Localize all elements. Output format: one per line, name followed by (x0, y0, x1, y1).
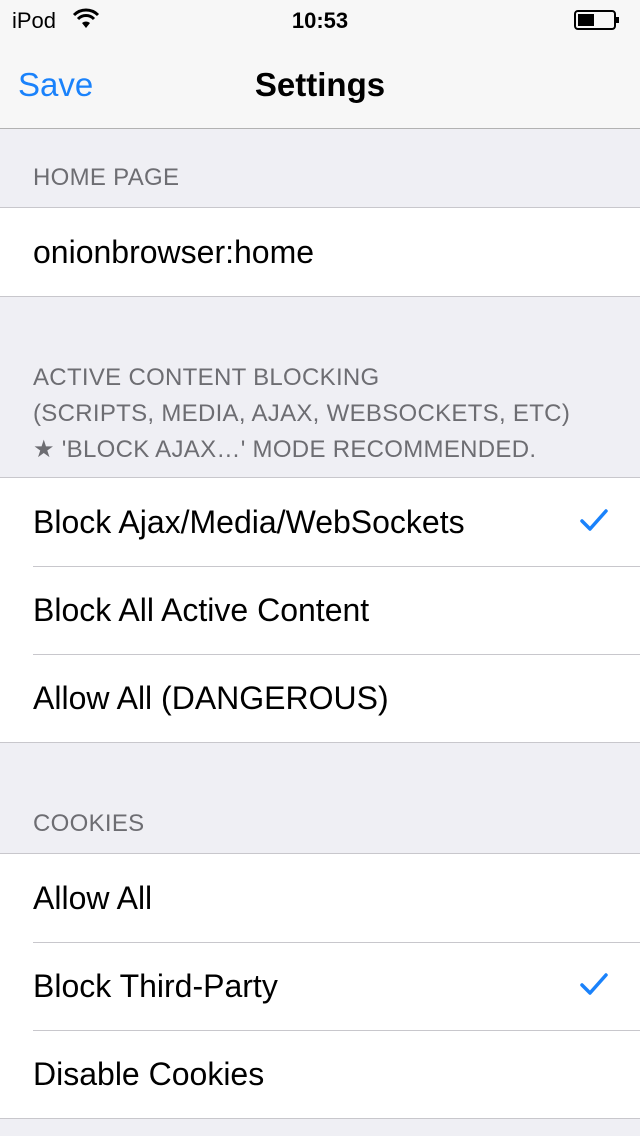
active-content-group: Block Ajax/Media/WebSockets Block All Ac… (0, 477, 640, 743)
section-header-cookies: COOKIES (33, 810, 145, 837)
option-allow-all-dangerous[interactable]: Allow All (DANGEROUS) (0, 654, 640, 742)
checkmark-icon (580, 509, 608, 531)
option-label: Disable Cookies (33, 1056, 265, 1092)
section-header-line: ACTIVE CONTENT BLOCKING (33, 364, 380, 391)
option-label: Allow All (33, 880, 153, 916)
section-header-line: (SCRIPTS, MEDIA, AJAX, WEBSOCKETS, ETC) (33, 400, 571, 427)
option-label: Block Ajax/Media/WebSockets (33, 504, 465, 540)
home-page-field[interactable]: onionbrowser:home (0, 208, 640, 296)
section-header-home-page: HOME PAGE (33, 164, 180, 191)
battery-icon (574, 10, 619, 30)
home-page-value: onionbrowser:home (33, 234, 315, 270)
cookies-group: Allow All Block Third-Party Disable Cook… (0, 853, 640, 1119)
option-block-ajax[interactable]: Block Ajax/Media/WebSockets (0, 478, 640, 566)
option-label: Allow All (DANGEROUS) (33, 680, 389, 716)
option-block-third-party[interactable]: Block Third-Party (0, 942, 640, 1030)
checkmark-icon (580, 973, 608, 995)
option-disable-cookies[interactable]: Disable Cookies (0, 1030, 640, 1118)
option-label: Block All Active Content (33, 592, 370, 628)
section-header-line: ★ 'BLOCK AJAX…' MODE RECOMMENDED. (33, 436, 537, 463)
option-block-all-active[interactable]: Block All Active Content (0, 566, 640, 654)
option-allow-all-cookies[interactable]: Allow All (0, 854, 640, 942)
navigation-bar: Save Settings (0, 40, 640, 129)
status-time: 10:53 (291, 8, 349, 33)
page-title: Settings (254, 66, 386, 103)
home-page-group: onionbrowser:home (0, 207, 640, 297)
section-header-active-content: ACTIVE CONTENT BLOCKING (SCRIPTS, MEDIA,… (33, 360, 620, 468)
option-label: Block Third-Party (33, 968, 278, 1004)
status-bar: iPod 10:53 (0, 0, 640, 40)
